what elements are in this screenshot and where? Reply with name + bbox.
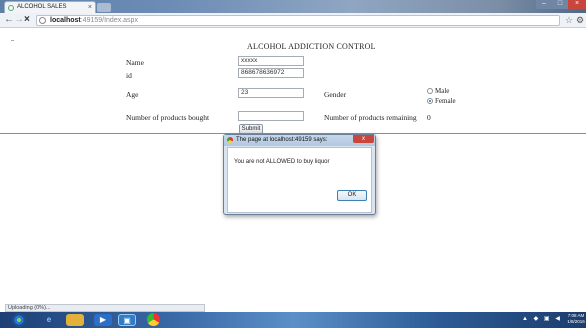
tab-close-icon[interactable]: × xyxy=(88,2,92,13)
bookmark-star-icon[interactable]: ☆ xyxy=(565,14,573,26)
system-clock[interactable]: 7:08 AM 1/8/2016 xyxy=(566,313,586,325)
name-label: Name xyxy=(126,58,144,67)
chrome-taskbar-icon[interactable] xyxy=(147,313,160,326)
status-bar: Uploading (0%)... xyxy=(5,304,205,312)
id-label: id xyxy=(126,71,132,80)
male-label: Male xyxy=(435,87,450,95)
maximize-button[interactable]: □ xyxy=(552,0,568,9)
wrench-menu-icon[interactable]: ⚙ xyxy=(576,14,584,26)
gender-option-male[interactable]: Male xyxy=(427,87,449,95)
page-info-icon[interactable] xyxy=(39,17,46,24)
female-radio[interactable] xyxy=(427,98,433,104)
id-input[interactable]: 868678636972 xyxy=(238,68,304,78)
url-path: :49159/Index.aspx xyxy=(80,17,138,24)
window-titlebar: ALCOHOL SALES × – □ × xyxy=(0,0,586,13)
dialog-message: You are not ALLOWED to buy liquor xyxy=(234,159,330,165)
new-tab-button[interactable] xyxy=(97,3,111,12)
system-tray-icons[interactable]: ▲ ◆ ▣ ◀ xyxy=(522,315,562,322)
gender-option-female[interactable]: Female xyxy=(427,97,456,105)
clock-date: 1/8/2016 xyxy=(567,319,585,324)
back-arrow-icon[interactable]: ← xyxy=(4,14,14,26)
age-label: Age xyxy=(126,90,139,99)
male-radio[interactable] xyxy=(427,88,433,94)
products-remaining-value: 0 xyxy=(427,113,431,122)
tab-title: ALCOHOL SALES xyxy=(17,4,67,10)
chrome-icon xyxy=(227,137,233,143)
page-content: ALCOHOL ADDICTION CONTROL Name xxxxx id … xyxy=(0,29,586,304)
alert-dialog: The page at localhost:49159 says: x You … xyxy=(223,134,376,215)
forward-arrow-icon[interactable]: → xyxy=(14,14,24,26)
url-host: localhost xyxy=(50,17,81,24)
browser-toolbar: ← → × localhost:49159/Index.aspx ☆ ⚙ xyxy=(0,13,586,28)
dialog-titlebar[interactable]: The page at localhost:49159 says: x xyxy=(224,135,375,146)
page-favicon-icon xyxy=(8,5,14,11)
address-bar[interactable]: localhost:49159/Index.aspx xyxy=(36,15,560,26)
window-close-button[interactable]: × xyxy=(568,0,586,9)
app-window-icon[interactable]: ▣ xyxy=(118,314,136,326)
page-title: ALCOHOL ADDICTION CONTROL xyxy=(247,42,376,51)
female-label: Female xyxy=(435,97,456,105)
folder-icon[interactable] xyxy=(66,314,84,326)
stop-loading-icon[interactable]: × xyxy=(24,14,30,26)
taskbar: e ▶ ▣ ▲ ◆ ▣ ◀ 7:08 AM 1/8/2016 xyxy=(0,312,586,328)
dialog-body: You are not ALLOWED to buy liquor OK xyxy=(227,147,372,213)
page-dot-divider xyxy=(11,40,14,41)
dialog-title: The page at localhost:49159 says: xyxy=(236,137,328,143)
dialog-close-button[interactable]: x xyxy=(353,135,374,143)
ok-button[interactable]: OK xyxy=(337,190,367,201)
products-bought-input[interactable] xyxy=(238,111,304,121)
gender-label: Gender xyxy=(324,90,347,99)
products-bought-label: Number of products bought xyxy=(126,113,210,122)
age-input[interactable]: 23 xyxy=(238,88,304,98)
internet-explorer-icon[interactable]: e xyxy=(40,314,58,326)
start-button-icon[interactable] xyxy=(12,313,26,327)
products-remaining-label: Number of products remaining xyxy=(324,113,417,122)
url-text: localhost:49159/Index.aspx xyxy=(50,16,138,25)
name-input[interactable]: xxxxx xyxy=(238,56,304,66)
minimize-button[interactable]: – xyxy=(536,0,552,9)
browser-tab[interactable]: ALCOHOL SALES × xyxy=(4,1,96,13)
media-player-icon[interactable]: ▶ xyxy=(94,314,112,326)
